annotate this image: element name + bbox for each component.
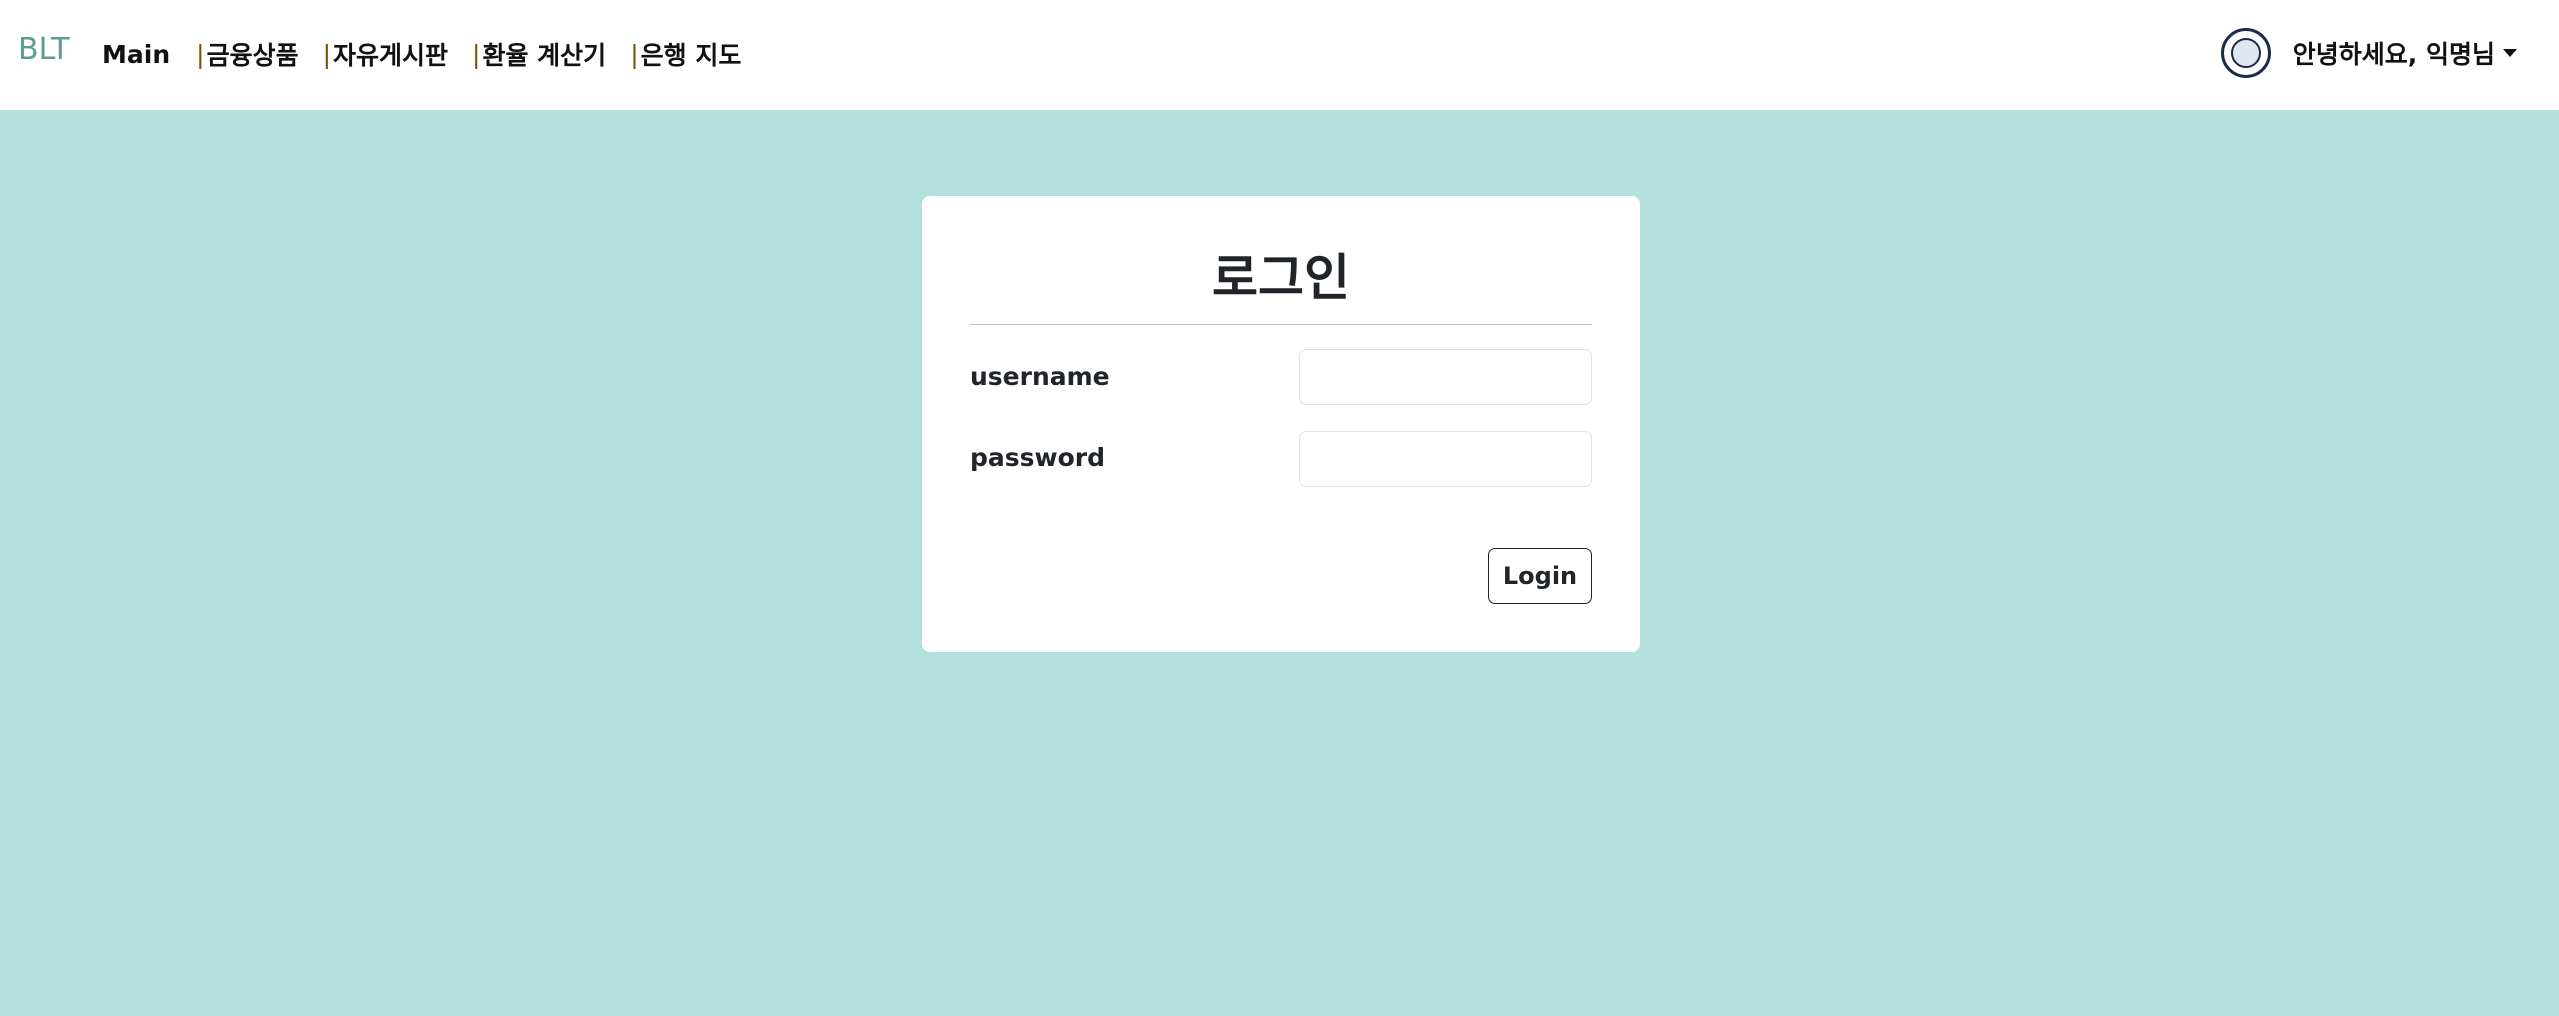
- login-card: 로그인 username password Login: [922, 196, 1640, 652]
- nav-separator: |: [196, 39, 205, 69]
- nav-separator: |: [472, 39, 481, 69]
- password-input[interactable]: [1299, 431, 1592, 487]
- user-greeting: 안녕하세요, 익명님: [2292, 40, 2495, 69]
- page-title: 로그인: [1212, 249, 1350, 307]
- user-menu-dropdown[interactable]: 안녕하세요, 익명님: [2220, 28, 2517, 78]
- nav-separator: |: [630, 39, 639, 69]
- nav-link-main[interactable]: Main: [102, 40, 170, 69]
- nav-separator: |: [322, 39, 332, 69]
- avatar-logo-icon: [2220, 28, 2271, 78]
- nav-link-bank-map[interactable]: 은행 지도: [641, 36, 742, 72]
- username-input[interactable]: [1299, 349, 1592, 405]
- nav-links: Main | 금융상품 | 자유게시판 | 환율 계산기 | 은행 지도: [102, 36, 765, 72]
- login-button[interactable]: Login: [1488, 548, 1592, 604]
- username-label: username: [970, 362, 1110, 391]
- brand-logo-link[interactable]: BLT: [18, 32, 70, 67]
- nav-link-exchange-calculator[interactable]: 환율 계산기: [482, 36, 606, 72]
- password-label: password: [970, 443, 1106, 472]
- avatar-inner: [2230, 38, 2261, 68]
- title-divider: [970, 324, 1592, 325]
- nav-link-free-board[interactable]: 자유게시판: [333, 36, 448, 72]
- caret-down-icon: [2503, 49, 2517, 57]
- top-navbar: BLT Main | 금융상품 | 자유게시판 | 환율 계산기 | 은행 지도…: [0, 0, 2559, 110]
- nav-link-financial-products[interactable]: 금융상품: [207, 36, 299, 72]
